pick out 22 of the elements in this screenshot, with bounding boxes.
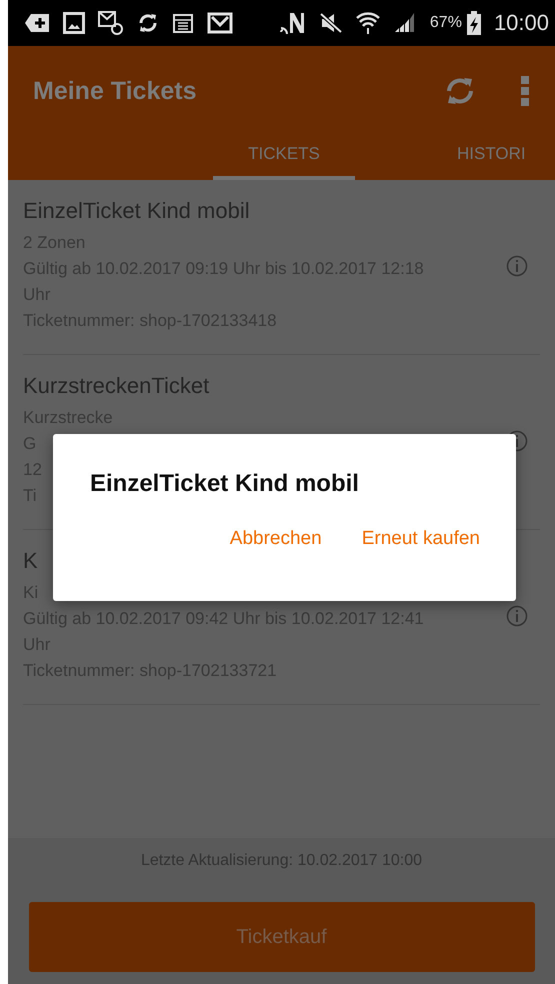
dialog-title: EinzelTicket Kind mobil: [90, 470, 360, 498]
buy-ticket-button[interactable]: Ticketkauf: [28, 902, 534, 972]
calendar-icon: [172, 12, 194, 34]
nfc-icon: [280, 11, 306, 35]
mail-icon: [207, 12, 233, 34]
email-icon: [98, 11, 124, 35]
sync-icon: [137, 12, 159, 34]
ticket-title: KurzstreckenTicket: [23, 373, 210, 399]
tab[interactable]: HISTORI: [451, 136, 526, 180]
overflow-menu-icon[interactable]: [521, 76, 529, 106]
clock-time: 10:00: [494, 10, 549, 36]
battery-percentage: 67%: [430, 14, 462, 32]
ticket-title: EinzelTicket Kind mobil: [23, 198, 250, 224]
app-title: Meine Tickets: [33, 76, 198, 106]
battery-charging-icon: [466, 11, 481, 35]
image-icon: [63, 12, 85, 34]
wifi-icon: [356, 11, 380, 35]
signal-icon: [392, 12, 417, 34]
tab[interactable]: TICKETS: [213, 136, 355, 180]
mute-icon: [318, 12, 343, 34]
ticket-title: K: [23, 548, 38, 574]
plus-tag-icon: [24, 12, 50, 34]
